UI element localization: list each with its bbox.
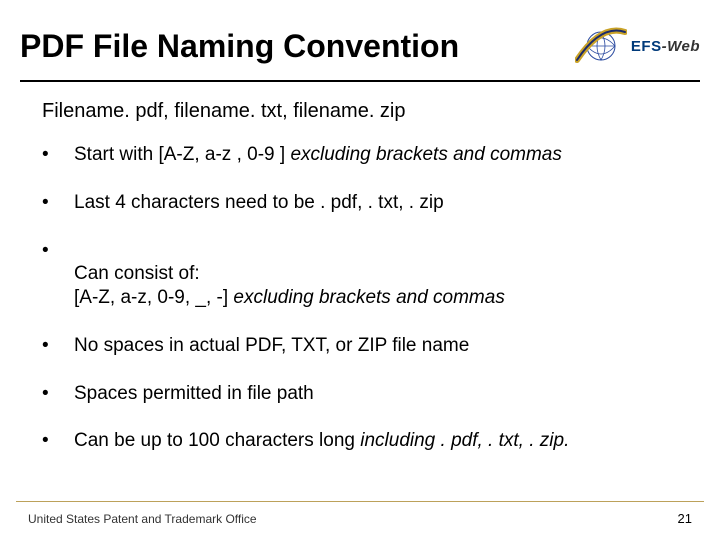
logo-web: -Web: [662, 38, 700, 55]
page-number: 21: [678, 511, 692, 526]
list-item: • Can be up to 100 characters long inclu…: [42, 429, 688, 453]
bullet-text: Start with [A-Z, a-z , 0-9 ] excluding b…: [74, 143, 562, 167]
logo-text: EFS-Web: [631, 38, 700, 55]
bullet-dot: •: [42, 382, 74, 406]
bullet-list: • Start with [A-Z, a-z , 0-9 ] excluding…: [42, 143, 688, 453]
bullet-dot: •: [42, 334, 74, 358]
bullet-text: Can be up to 100 characters long includi…: [74, 429, 569, 453]
bullet-dot: •: [42, 191, 74, 215]
list-item: • Start with [A-Z, a-z , 0-9 ] excluding…: [42, 143, 688, 167]
list-item: • Can consist of: [A-Z, a-z, 0-9, _, -] …: [42, 239, 688, 310]
globe-swoosh-icon: [575, 22, 627, 70]
bullet-dot: •: [42, 239, 74, 263]
header: PDF File Naming Convention EFS-Web: [0, 0, 720, 76]
content: Filename. pdf, filename. txt, filename. …: [0, 82, 720, 453]
bullet-text: No spaces in actual PDF, TXT, or ZIP fil…: [74, 334, 469, 358]
list-item: • Last 4 characters need to be . pdf, . …: [42, 191, 688, 215]
page-title: PDF File Naming Convention: [20, 28, 459, 65]
bullet-text: Last 4 characters need to be . pdf, . tx…: [74, 191, 444, 215]
list-item: • No spaces in actual PDF, TXT, or ZIP f…: [42, 334, 688, 358]
logo-efs: EFS: [631, 38, 662, 55]
slide: PDF File Naming Convention EFS-Web Filen…: [0, 0, 720, 540]
lead-text: Filename. pdf, filename. txt, filename. …: [42, 100, 688, 123]
bullet-dot: •: [42, 429, 74, 453]
efs-web-logo: EFS-Web: [575, 22, 700, 70]
footer-rule: [16, 501, 704, 502]
bullet-text: Can consist of: [A-Z, a-z, 0-9, _, -] ex…: [74, 239, 505, 310]
bullet-text: Spaces permitted in file path: [74, 382, 314, 406]
list-item: • Spaces permitted in file path: [42, 382, 688, 406]
bullet-dot: •: [42, 143, 74, 167]
footer: United States Patent and Trademark Offic…: [28, 511, 692, 526]
footer-text: United States Patent and Trademark Offic…: [28, 512, 257, 526]
